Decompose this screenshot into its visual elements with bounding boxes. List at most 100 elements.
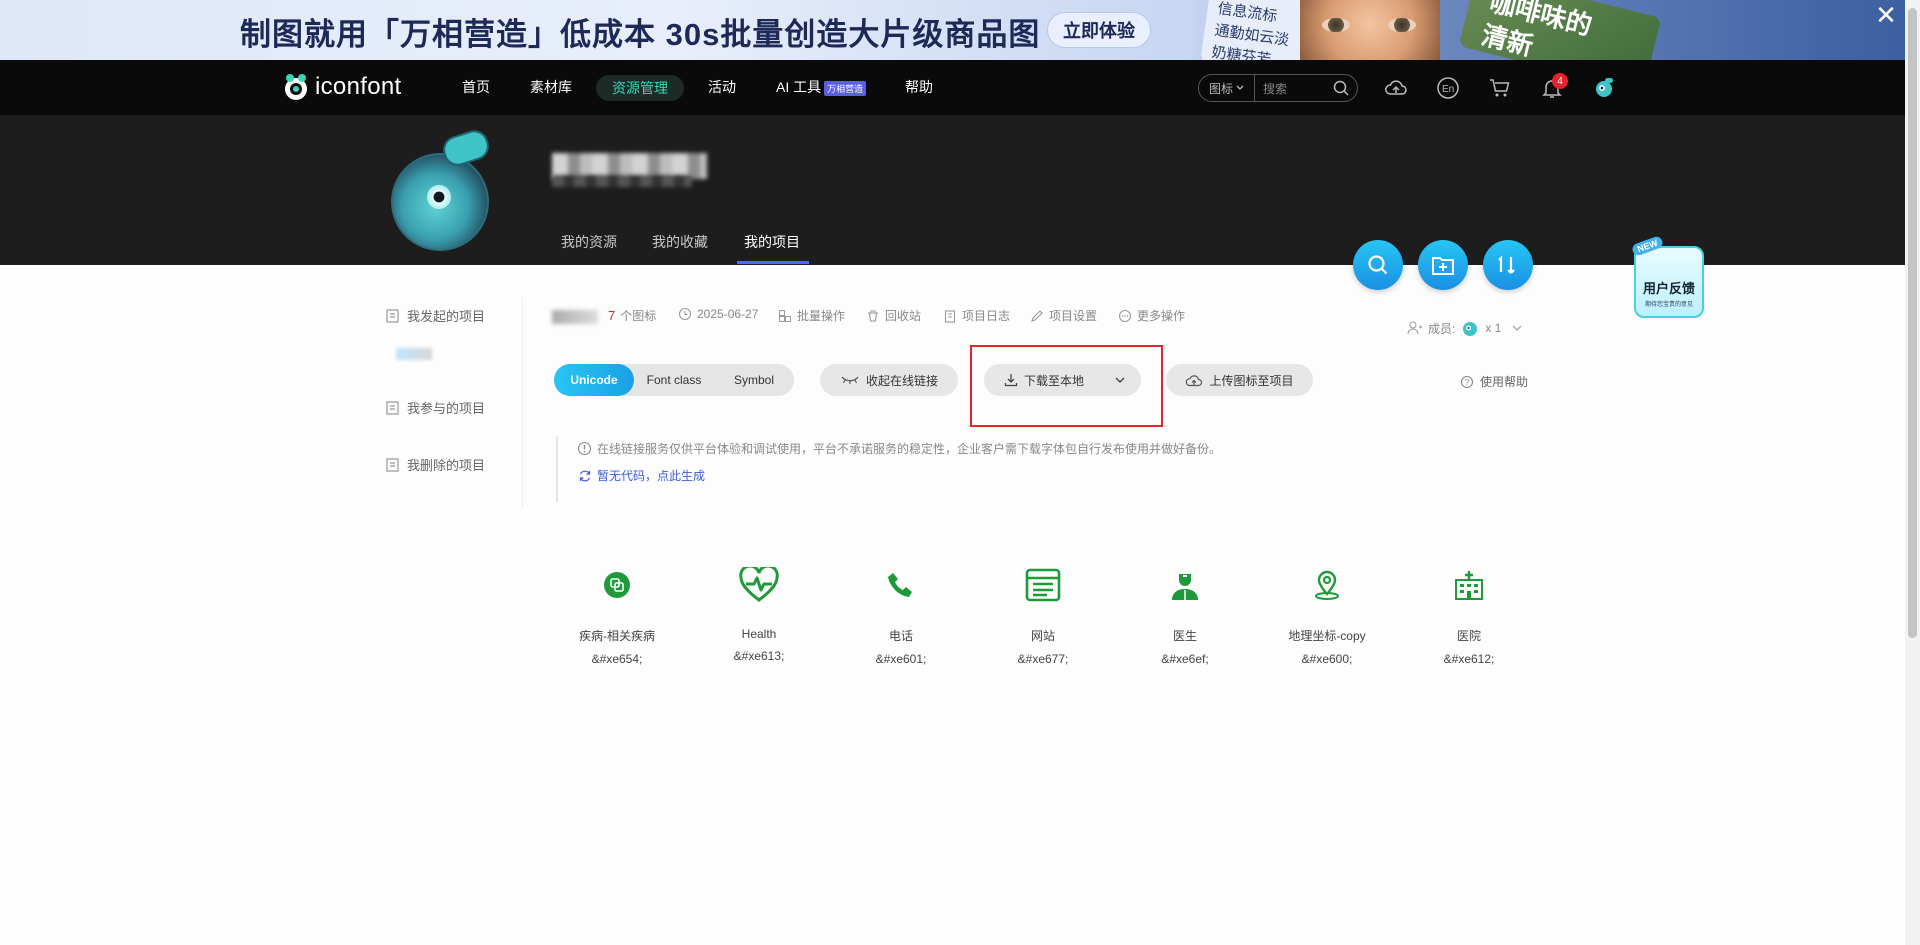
project-settings-label: 项目设置 [1049,309,1098,323]
sidebar-item-participated[interactable]: 我参与的项目 [385,398,485,417]
project-date-value: 2025-06-27 [697,307,759,321]
icon-code: &#xe6ef; [1161,652,1209,666]
nav-home[interactable]: 首页 [462,77,490,97]
icon-card[interactable]: 医生 &#xe6ef; [1125,565,1245,666]
project-list-icon [386,457,399,472]
icon-count-value: 7 [608,308,616,323]
sort-fab-button[interactable] [1483,240,1533,290]
icon-card[interactable]: 医院 &#xe612; [1409,565,1529,666]
members-dropdown[interactable]: 成员: x 1 [1407,318,1522,338]
sidebar-item-label: 我参与的项目 [407,401,486,416]
sidebar-project-redacted[interactable] [396,348,432,360]
sidebar-item-my-created[interactable]: 我发起的项目 [385,306,485,325]
phone-icon [881,565,921,605]
batch-icon [779,309,791,322]
recycle-bin-button[interactable]: 回收站 [866,307,921,324]
top-nav: iconfont 首页 素材库 资源管理 活动 AI 工具 万相营造 帮助 图标 … [0,60,1905,115]
icon-card[interactable]: 地理坐标-copy &#xe600; [1267,565,1387,666]
usage-help-link[interactable]: ? 使用帮助 [1460,373,1528,390]
generate-code-label: 暂无代码，点此生成 [597,469,706,483]
generate-code-link[interactable]: 暂无代码，点此生成 [578,467,705,484]
nav-ai-tools[interactable]: AI 工具 万相营造 [776,77,867,97]
nav-ai-tools-label: AI 工具 [776,79,822,95]
search-box: 图标 搜索 [1198,74,1358,102]
icon-card[interactable]: Health &#xe613; [699,565,819,663]
project-list-icon [386,308,399,323]
nav-activities[interactable]: 活动 [708,77,736,97]
banner-card-coffee: 咖啡味的 清新 [1458,0,1662,60]
banner-eye [1388,18,1416,32]
sidebar-item-deleted[interactable]: 我删除的项目 [385,455,485,474]
more-actions-button[interactable]: 更多操作 [1118,307,1185,324]
icon-code: &#xe612; [1443,652,1495,666]
project-settings-button[interactable]: 项目设置 [1030,307,1097,324]
search-type-select[interactable]: 图标 [1199,75,1255,101]
chevron-down-icon [1512,325,1522,331]
disease-icon [597,565,637,605]
member-icon [1407,321,1422,335]
feedback-subtitle: 期待您宝贵的意见 [1644,302,1693,308]
svg-text:?: ? [1465,378,1470,387]
upload-cloud-icon [1186,375,1203,387]
icon-card[interactable]: 疾病-相关疾病 &#xe654; [557,565,677,666]
project-log-button[interactable]: 项目日志 [943,307,1010,324]
user-avatar[interactable] [1592,76,1616,100]
upload-cloud-icon[interactable] [1384,76,1408,100]
banner-cta-button[interactable]: 立即体验 [1047,12,1151,48]
tab-symbol[interactable]: Symbol [714,364,794,396]
iconfont-logo[interactable]: iconfont [281,73,401,101]
page-scrollbar-thumb[interactable] [1908,8,1917,638]
chevron-down-icon [1236,85,1244,90]
icon-code: &#xe677; [1017,652,1069,666]
trash-icon [868,309,878,322]
tab-my-projects[interactable]: 我的项目 [744,232,800,252]
avatar-antenna [439,126,493,170]
icon-count: 7 个图标 [608,307,656,324]
nav-help[interactable]: 帮助 [905,77,933,97]
search-icon[interactable] [1333,80,1349,96]
upload-icons-label: 上传图标至项目 [1209,373,1294,388]
icon-name: 疾病-相关疾病 [579,629,655,643]
icon-card[interactable]: 电话 &#xe601; [841,565,961,666]
notification-count-badge: 4 [1552,73,1568,89]
cart-icon[interactable] [1488,76,1512,100]
collapse-online-link-button[interactable]: 收起在线链接 [820,364,958,396]
iconfont-logo-icon [285,74,307,100]
language-icon[interactable]: En [1436,76,1460,100]
tab-my-resources[interactable]: 我的资源 [561,232,617,252]
ai-badge: 万相营造 [824,80,867,96]
sort-icon [1498,255,1515,274]
upload-icons-button[interactable]: 上传图标至项目 [1166,364,1313,396]
tab-unicode[interactable]: Unicode [554,364,634,396]
project-name-redacted [552,310,598,324]
banner-model-image [1300,0,1440,60]
project-list-icon [386,400,399,415]
search-input[interactable]: 搜索 [1263,80,1333,97]
website-icon [1023,565,1063,605]
svg-text:En: En [1442,84,1454,95]
icon-name: 网站 [1030,629,1055,643]
promo-banner[interactable]: 制图就用「万相营造」低成本 30s批量创造大片级商品图 立即体验 信息流标 通勤… [0,0,1920,60]
nav-resource-manage[interactable]: 资源管理 [596,75,684,101]
tab-my-favorites[interactable]: 我的收藏 [652,232,708,252]
member-avatar [1463,322,1478,336]
location-icon [1307,565,1347,605]
add-folder-fab-button[interactable] [1418,240,1468,290]
annotation-highlight-box [970,345,1163,427]
clock-icon [678,307,692,321]
hospital-icon [1449,565,1489,605]
eye-closed-icon [841,376,859,384]
search-fab-button[interactable] [1353,240,1403,290]
icon-code: &#xe601; [875,652,927,666]
tab-font-class[interactable]: Font class [634,364,714,396]
avatar-eye [427,185,451,209]
icon-code: &#xe613; [733,649,785,663]
user-feedback-widget[interactable]: NEW 用户反馈 期待您宝贵的意见 [1630,235,1704,318]
nav-library[interactable]: 素材库 [530,77,572,97]
batch-action-button[interactable]: 批量操作 [778,307,845,324]
banner-close-icon[interactable]: ✕ [1873,2,1899,28]
icon-code: &#xe600; [1301,652,1353,666]
icon-card[interactable]: 网站 &#xe677; [983,565,1103,666]
icon-name: 医生 [1172,629,1197,643]
profile-header: 我的资源 我的收藏 我的项目 [0,115,1905,265]
